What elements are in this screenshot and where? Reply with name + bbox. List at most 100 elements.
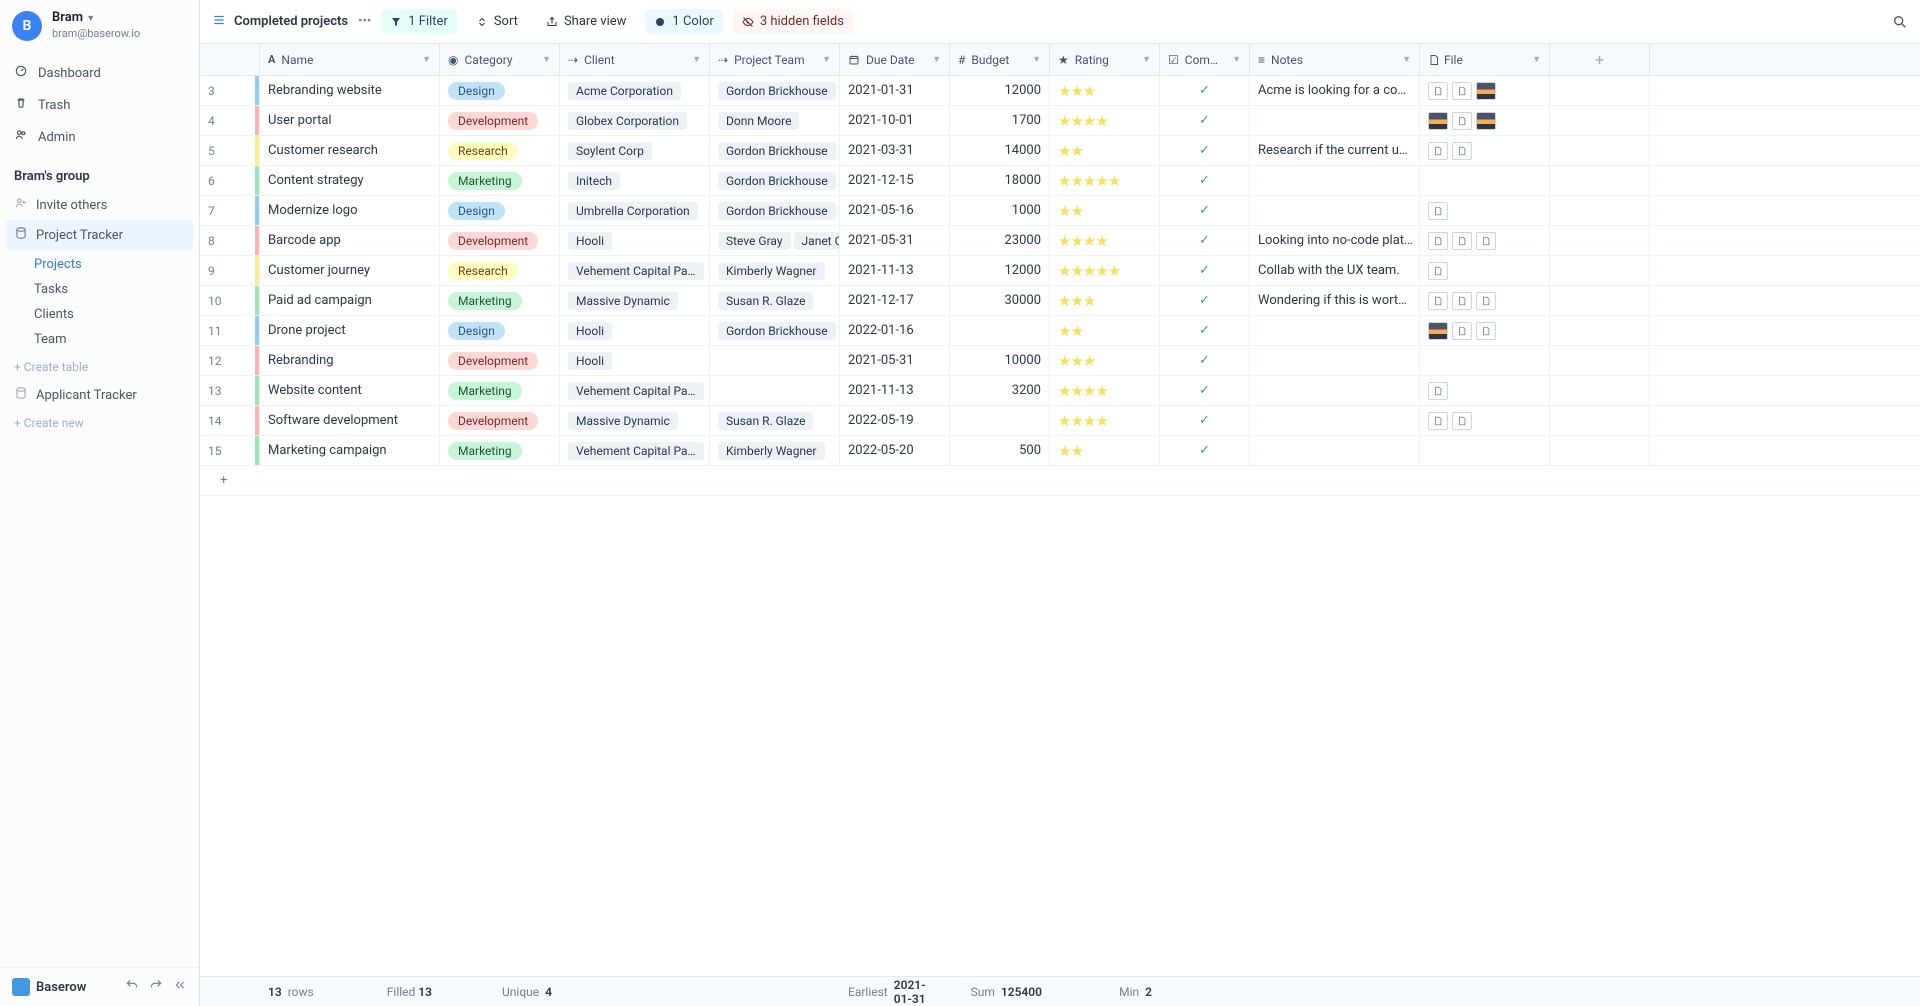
cell-budget[interactable] xyxy=(950,316,1050,345)
table-row[interactable]: 9Customer journeyResearchVehement Capita… xyxy=(200,256,1920,286)
stat-earliest[interactable]: Earliest2021-01-31 xyxy=(840,978,950,1006)
database-applicant-tracker[interactable]: Applicant Tracker xyxy=(0,380,199,410)
cell-completed[interactable]: ✓ xyxy=(1160,256,1250,285)
cell-notes[interactable]: Wondering if this is wort… xyxy=(1250,286,1420,315)
cell-file[interactable] xyxy=(1420,286,1550,315)
cell-client[interactable]: Acme Corporation xyxy=(560,76,710,105)
table-row[interactable]: 4User portalDevelopmentGlobex Corporatio… xyxy=(200,106,1920,136)
cell-name[interactable]: Modernize logo xyxy=(260,196,440,225)
cell-client[interactable]: Umbrella Corporation xyxy=(560,196,710,225)
cell-completed[interactable]: ✓ xyxy=(1160,136,1250,165)
table-team[interactable]: Team xyxy=(0,327,199,352)
col-client[interactable]: ⇢Client▼ xyxy=(560,44,710,75)
cell-due[interactable]: 2022-05-19 xyxy=(840,406,950,435)
cell-notes[interactable]: Research if the current u… xyxy=(1250,136,1420,165)
file-thumb[interactable] xyxy=(1476,112,1496,130)
file-thumb[interactable] xyxy=(1428,142,1448,160)
cell-rating[interactable]: ★★ xyxy=(1050,436,1160,465)
filter-button[interactable]: 1 Filter xyxy=(381,9,457,34)
col-rating[interactable]: ★Rating▼ xyxy=(1050,44,1160,75)
col-completed[interactable]: ☑Com…▼ xyxy=(1160,44,1250,75)
cell-completed[interactable]: ✓ xyxy=(1160,346,1250,375)
cell-client[interactable]: Vehement Capital Pa… xyxy=(560,256,710,285)
database-project-tracker[interactable]: Project Tracker xyxy=(6,220,193,250)
cell-team[interactable]: Kimberly Wagner xyxy=(710,436,840,465)
chevron-down-icon[interactable]: ▼ xyxy=(692,54,701,65)
file-thumb[interactable] xyxy=(1428,412,1448,430)
cell-completed[interactable]: ✓ xyxy=(1160,226,1250,255)
table-row[interactable]: 6Content strategyMarketingInitechGordon … xyxy=(200,166,1920,196)
cell-category[interactable]: Design xyxy=(440,196,560,225)
cell-team[interactable]: Donn Moore xyxy=(710,106,840,135)
cell-due[interactable]: 2021-11-13 xyxy=(840,256,950,285)
row-index[interactable]: 6 xyxy=(200,166,260,195)
file-thumb[interactable] xyxy=(1452,412,1472,430)
cell-completed[interactable]: ✓ xyxy=(1160,376,1250,405)
file-thumb[interactable] xyxy=(1428,232,1448,250)
chevron-down-icon[interactable]: ▼ xyxy=(542,54,551,65)
file-thumb[interactable] xyxy=(1476,82,1496,100)
cell-name[interactable]: Website content xyxy=(260,376,440,405)
collapse-icon[interactable] xyxy=(173,978,187,996)
cell-name[interactable]: Customer journey xyxy=(260,256,440,285)
cell-team[interactable] xyxy=(710,346,840,375)
nav-dashboard[interactable]: Dashboard xyxy=(0,57,199,89)
cell-team[interactable]: Gordon Brickhouse xyxy=(710,316,840,345)
view-selector[interactable]: Completed projects xyxy=(212,13,348,31)
cell-budget[interactable] xyxy=(950,406,1050,435)
cell-team[interactable]: Steve GrayJanet Co xyxy=(710,226,840,255)
file-thumb[interactable] xyxy=(1476,322,1496,340)
table-row[interactable]: 7Modernize logoDesignUmbrella Corporatio… xyxy=(200,196,1920,226)
file-thumb[interactable] xyxy=(1428,262,1448,280)
cell-budget[interactable]: 10000 xyxy=(950,346,1050,375)
cell-completed[interactable]: ✓ xyxy=(1160,286,1250,315)
table-row[interactable]: 15Marketing campaignMarketingVehement Ca… xyxy=(200,436,1920,466)
cell-due[interactable]: 2021-03-31 xyxy=(840,136,950,165)
file-thumb[interactable] xyxy=(1476,292,1496,310)
cell-name[interactable]: Rebranding xyxy=(260,346,440,375)
cell-notes[interactable] xyxy=(1250,436,1420,465)
cell-file[interactable] xyxy=(1420,166,1550,195)
chevron-down-icon[interactable]: ▼ xyxy=(1232,54,1241,65)
cell-file[interactable] xyxy=(1420,226,1550,255)
row-index[interactable]: 12 xyxy=(200,346,260,375)
view-options-icon[interactable]: ••• xyxy=(358,14,371,29)
file-thumb[interactable] xyxy=(1452,322,1472,340)
cell-notes[interactable] xyxy=(1250,346,1420,375)
stat-rows[interactable]: 13rowsFilled 13 xyxy=(260,985,440,999)
col-category[interactable]: ◉Category▼ xyxy=(440,44,560,75)
cell-budget[interactable]: 18000 xyxy=(950,166,1050,195)
cell-rating[interactable]: ★★★★ xyxy=(1050,106,1160,135)
row-index[interactable]: 4 xyxy=(200,106,260,135)
cell-due[interactable]: 2022-01-16 xyxy=(840,316,950,345)
undo-icon[interactable] xyxy=(125,978,139,996)
cell-notes[interactable] xyxy=(1250,316,1420,345)
cell-rating[interactable]: ★★ xyxy=(1050,136,1160,165)
cell-name[interactable]: Marketing campaign xyxy=(260,436,440,465)
cell-file[interactable] xyxy=(1420,256,1550,285)
chevron-down-icon[interactable]: ▼ xyxy=(1142,54,1151,65)
cell-file[interactable] xyxy=(1420,316,1550,345)
cell-budget[interactable]: 3200 xyxy=(950,376,1050,405)
row-index[interactable]: 5 xyxy=(200,136,260,165)
table-row[interactable]: 3Rebranding websiteDesignAcme Corporatio… xyxy=(200,76,1920,106)
row-index[interactable]: 9 xyxy=(200,256,260,285)
cell-name[interactable]: Paid ad campaign xyxy=(260,286,440,315)
invite-others[interactable]: Invite others xyxy=(0,190,199,220)
color-button[interactable]: 1 Color xyxy=(645,9,722,34)
cell-client[interactable]: Hooli xyxy=(560,316,710,345)
col-budget[interactable]: #Budget▼ xyxy=(950,44,1050,75)
cell-budget[interactable]: 1700 xyxy=(950,106,1050,135)
user-header[interactable]: B Bram ▼ bram@baserow.io xyxy=(0,0,199,51)
cell-due[interactable]: 2021-05-16 xyxy=(840,196,950,225)
cell-budget[interactable]: 12000 xyxy=(950,76,1050,105)
nav-trash[interactable]: Trash xyxy=(0,89,199,121)
add-row[interactable]: + xyxy=(200,466,1920,496)
cell-notes[interactable] xyxy=(1250,166,1420,195)
cell-budget[interactable]: 30000 xyxy=(950,286,1050,315)
cell-team[interactable]: Gordon Brickhouse xyxy=(710,76,840,105)
cell-name[interactable]: Drone project xyxy=(260,316,440,345)
cell-client[interactable]: Soylent Corp xyxy=(560,136,710,165)
cell-notes[interactable] xyxy=(1250,376,1420,405)
cell-notes[interactable]: Looking into no-code plat… xyxy=(1250,226,1420,255)
